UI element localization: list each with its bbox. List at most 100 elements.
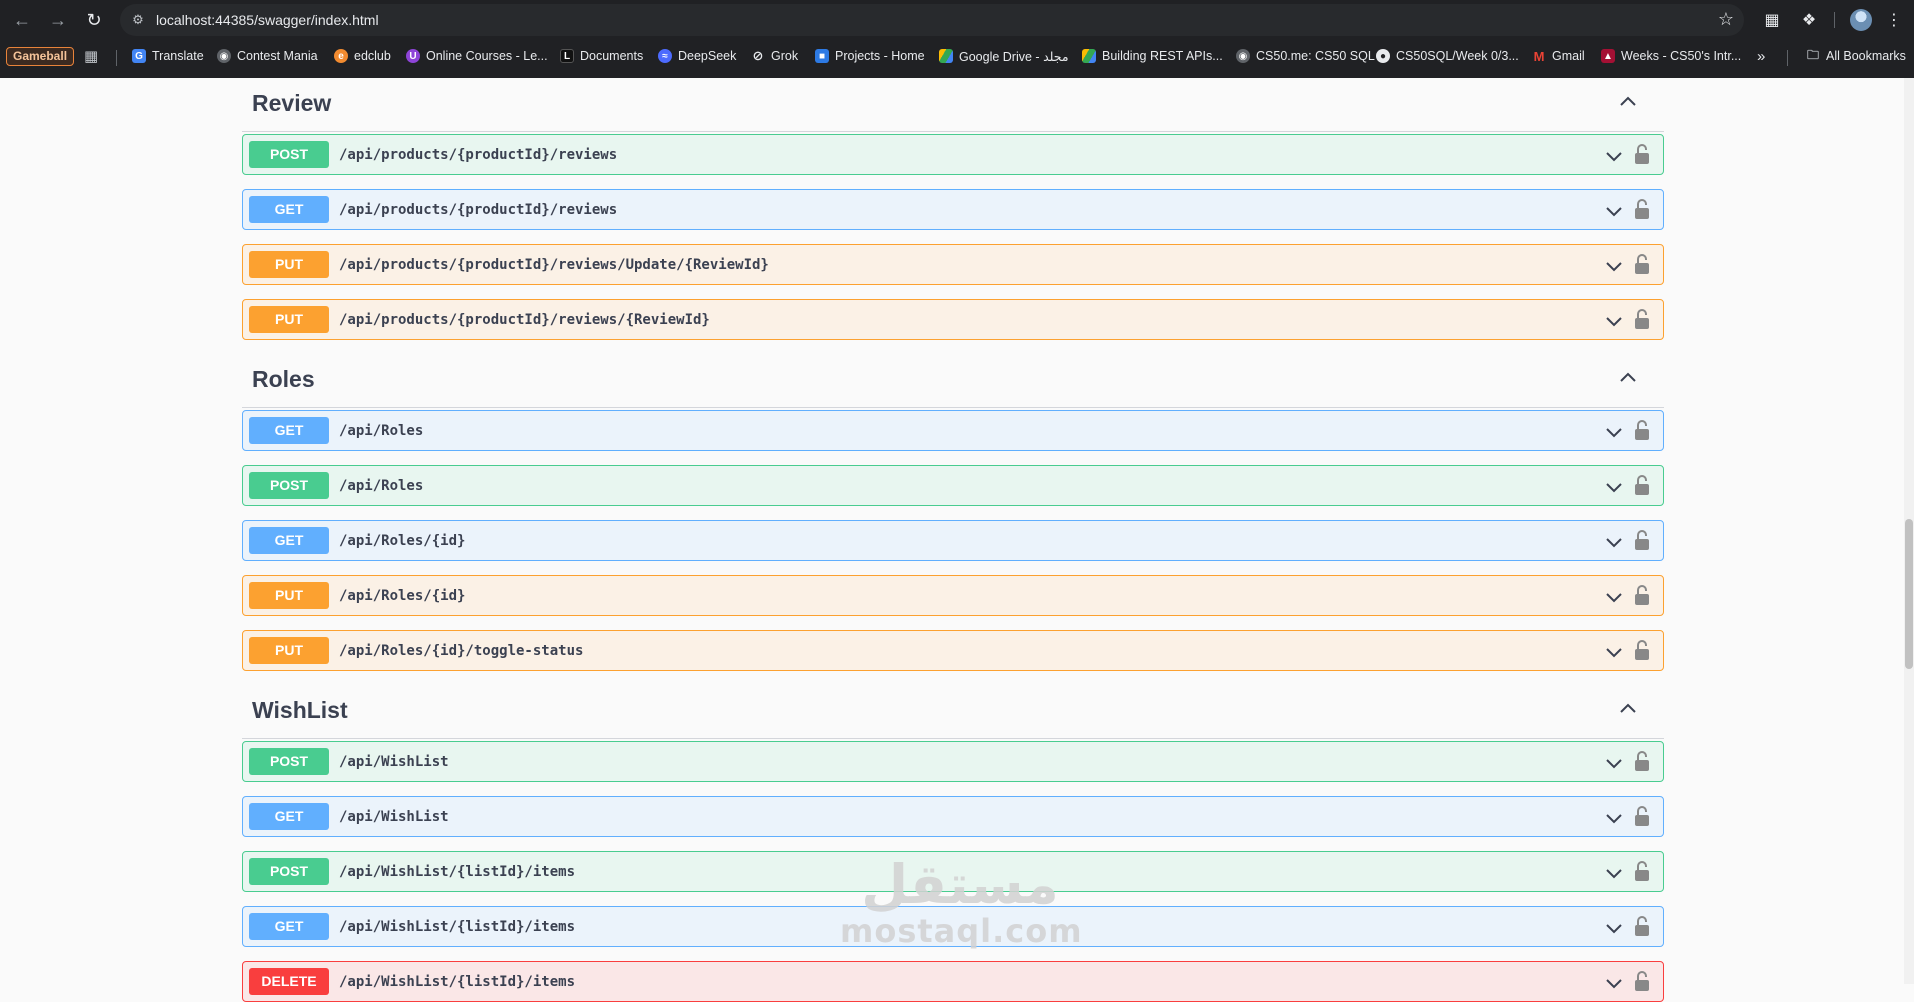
- chevron-down-icon[interactable]: [1605, 147, 1623, 165]
- operation-row-get[interactable]: GET/api/WishList: [242, 796, 1664, 837]
- deepseek-icon: ≈: [658, 49, 672, 63]
- method-badge: PUT: [249, 637, 329, 664]
- operation-row-put[interactable]: PUT/api/products/{productId}/reviews/Upd…: [242, 244, 1664, 285]
- reload-icon[interactable]: ↻: [82, 8, 106, 32]
- bookmark-deepseek[interactable]: ≈ DeepSeek: [658, 46, 736, 66]
- lock-open-icon[interactable]: [1634, 805, 1650, 827]
- bookmark-documents[interactable]: L Documents: [560, 46, 643, 66]
- chevron-down-icon[interactable]: [1605, 588, 1623, 606]
- operation-row-post[interactable]: POST/api/WishList: [242, 741, 1664, 782]
- lock-open-icon[interactable]: [1634, 474, 1650, 496]
- bookmark-projects-home[interactable]: ■ Projects - Home: [815, 46, 925, 66]
- url-text[interactable]: localhost:44385/swagger/index.html: [156, 12, 379, 28]
- section-header-roles[interactable]: Roles: [242, 354, 1664, 408]
- bookmark-gmail[interactable]: M Gmail: [1532, 46, 1585, 66]
- folder-icon: 🗀: [1806, 47, 1819, 62]
- chevron-down-icon[interactable]: [1605, 533, 1623, 551]
- bookmark-label: Translate: [152, 49, 204, 63]
- menu-kebab-icon[interactable]: ⋮: [1882, 8, 1906, 32]
- courses-icon: U: [406, 49, 420, 63]
- endpoint-path: /api/Roles/{id}/toggle-status: [339, 643, 584, 659]
- endpoint-path: /api/WishList/{listId}/items: [339, 919, 576, 935]
- bookmark-grok[interactable]: ⊘ Grok: [751, 46, 799, 66]
- site-info-icon[interactable]: ⚙: [130, 12, 146, 28]
- operation-row-get[interactable]: GET/api/Roles/{id}: [242, 520, 1664, 561]
- operation-row-put[interactable]: PUT/api/Roles/{id}/toggle-status: [242, 630, 1664, 671]
- operation-row-post[interactable]: POST/api/products/{productId}/reviews: [242, 134, 1664, 175]
- bookmark-google-drive[interactable]: Google Drive - مجلد: [939, 46, 1069, 66]
- forward-arrow-icon[interactable]: →: [46, 8, 70, 32]
- chevron-down-icon[interactable]: [1605, 423, 1623, 441]
- operation-row-put[interactable]: PUT/api/Roles/{id}: [242, 575, 1664, 616]
- chevron-up-icon[interactable]: [1618, 368, 1638, 388]
- chevron-down-icon[interactable]: [1605, 919, 1623, 937]
- endpoint-path: /api/Roles: [339, 478, 424, 494]
- lock-open-icon[interactable]: [1634, 584, 1650, 606]
- chevron-down-icon[interactable]: [1605, 754, 1623, 772]
- lock-open-icon[interactable]: [1634, 143, 1650, 165]
- endpoint-path: /api/WishList/{listId}/items: [339, 974, 576, 990]
- chevron-up-icon[interactable]: [1618, 92, 1638, 112]
- section-header-wishlist[interactable]: WishList: [242, 685, 1664, 739]
- bookmark-label: CS50.me: CS50 SQL: [1256, 49, 1375, 63]
- all-bookmarks-folder[interactable]: 🗀 All Bookmarks: [1806, 46, 1906, 66]
- endpoint-path: /api/Roles: [339, 423, 424, 439]
- chevron-down-icon[interactable]: [1605, 974, 1623, 992]
- chevron-up-icon[interactable]: [1618, 699, 1638, 719]
- operation-row-post[interactable]: POST/api/Roles: [242, 465, 1664, 506]
- scrollbar-thumb[interactable]: [1905, 519, 1913, 669]
- endpoint-path: /api/WishList: [339, 754, 449, 770]
- lock-open-icon[interactable]: [1634, 915, 1650, 937]
- operation-row-delete[interactable]: DELETE/api/WishList/{listId}/items: [242, 961, 1664, 1002]
- operation-row-put[interactable]: PUT/api/products/{productId}/reviews/{Re…: [242, 299, 1664, 340]
- bookmark-cs50-sql[interactable]: ◉ CS50.me: CS50 SQL: [1236, 46, 1375, 66]
- chevron-down-icon[interactable]: [1605, 478, 1623, 496]
- bookmark-cs50-weeks[interactable]: ▲ Weeks - CS50's Intr...: [1601, 46, 1741, 66]
- lock-open-icon[interactable]: [1634, 529, 1650, 551]
- bookmark-star-icon[interactable]: ☆: [1718, 9, 1734, 30]
- chevron-down-icon[interactable]: [1605, 312, 1623, 330]
- lock-open-icon[interactable]: [1634, 308, 1650, 330]
- bookmark-translate[interactable]: G Translate: [132, 46, 204, 66]
- chevron-down-icon[interactable]: [1605, 864, 1623, 882]
- lock-open-icon[interactable]: [1634, 198, 1650, 220]
- bookmark-label: Weeks - CS50's Intr...: [1621, 49, 1742, 63]
- bookmark-label: Online Courses - Le...: [426, 49, 548, 63]
- lock-open-icon[interactable]: [1634, 639, 1650, 661]
- browser-chrome: ← → ↻ ⚙ localhost:44385/swagger/index.ht…: [0, 0, 1914, 78]
- profile-avatar[interactable]: [1850, 9, 1872, 31]
- toolbar-divider: [1834, 12, 1835, 28]
- bookmark-label: Grok: [771, 49, 799, 63]
- chevron-down-icon[interactable]: [1605, 202, 1623, 220]
- qr-code-icon[interactable]: ▦: [1760, 8, 1784, 32]
- operation-row-get[interactable]: GET/api/Roles: [242, 410, 1664, 451]
- address-bar[interactable]: ⚙ localhost:44385/swagger/index.html ☆: [120, 4, 1744, 36]
- operation-row-get[interactable]: GET/api/products/{productId}/reviews: [242, 189, 1664, 230]
- bookmark-online-courses[interactable]: U Online Courses - Le...: [406, 46, 548, 66]
- apps-grid-icon[interactable]: ▦: [84, 46, 98, 66]
- more-bookmarks-chevron-icon[interactable]: »: [1757, 46, 1765, 66]
- lock-open-icon[interactable]: [1634, 253, 1650, 275]
- bookmark-label: Contest Mania: [237, 49, 318, 63]
- bookmark-gameball[interactable]: Gameball: [6, 47, 75, 66]
- bookmark-building-rest-apis[interactable]: Building REST APIs...: [1082, 46, 1223, 66]
- bookmark-cs50sql-week[interactable]: ● CS50SQL/Week 0/3...: [1376, 46, 1519, 66]
- bookmark-edclub[interactable]: e edclub: [334, 46, 391, 66]
- back-arrow-icon[interactable]: ←: [10, 8, 34, 32]
- chevron-down-icon[interactable]: [1605, 257, 1623, 275]
- chevron-down-icon[interactable]: [1605, 643, 1623, 661]
- lock-open-icon[interactable]: [1634, 970, 1650, 992]
- lock-open-icon[interactable]: [1634, 750, 1650, 772]
- bookmark-label: CS50SQL/Week 0/3...: [1396, 49, 1519, 63]
- endpoint-path: /api/products/{productId}/reviews/{Revie…: [339, 312, 710, 328]
- lock-open-icon[interactable]: [1634, 860, 1650, 882]
- google-drive-icon: [1082, 49, 1096, 63]
- globe-icon: ◉: [217, 49, 231, 63]
- chevron-down-icon[interactable]: [1605, 809, 1623, 827]
- method-badge: POST: [249, 858, 329, 885]
- lock-open-icon[interactable]: [1634, 419, 1650, 441]
- section-header-review[interactable]: Review: [242, 78, 1664, 132]
- extensions-icon[interactable]: ❖: [1797, 8, 1821, 32]
- method-badge: GET: [249, 196, 329, 223]
- bookmark-contest-mania[interactable]: ◉ Contest Mania: [217, 46, 318, 66]
